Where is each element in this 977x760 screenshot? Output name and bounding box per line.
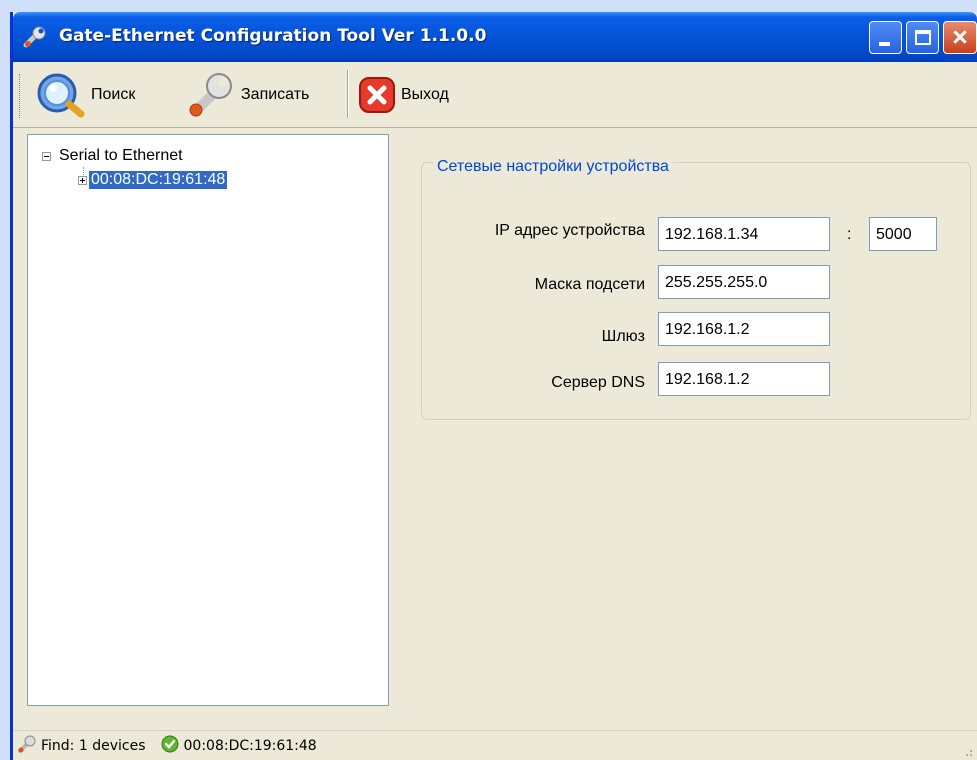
port-separator: : bbox=[847, 226, 852, 243]
dns-server-label: Сервер DNS bbox=[551, 374, 645, 391]
toolbar-grip[interactable] bbox=[19, 74, 22, 118]
device-tree[interactable]: Serial to Ethernet 00:08:DC:19:61:48 bbox=[27, 134, 389, 706]
maximize-button[interactable] bbox=[906, 21, 939, 54]
write-button-label: Записать bbox=[241, 86, 310, 103]
network-settings-title: Сетевые настройки устройства bbox=[433, 158, 673, 176]
status-bar: Find: 1 devices 00:08:DC:19:61:48 bbox=[13, 730, 977, 760]
search-button-label: Поиск bbox=[91, 86, 136, 103]
minimize-icon bbox=[879, 42, 890, 46]
status-device-text: 00:08:DC:19:61:48 bbox=[183, 737, 317, 754]
exit-icon bbox=[357, 75, 397, 115]
search-button[interactable]: Поиск bbox=[35, 72, 135, 118]
subnet-mask-label: Маска подсети bbox=[534, 276, 645, 293]
wrench-icon bbox=[185, 72, 237, 118]
title-bar[interactable]: Gate-Ethernet Configuration Tool Ver 1.1… bbox=[13, 12, 977, 62]
gateway-label: Шлюз bbox=[601, 328, 645, 345]
subnet-mask-field[interactable]: 255.255.255.0 bbox=[658, 265, 830, 299]
close-button[interactable]: × bbox=[943, 21, 977, 54]
status-find: Find: 1 devices bbox=[17, 734, 146, 758]
collapse-icon[interactable] bbox=[42, 151, 51, 161]
port-field[interactable]: 5000 bbox=[869, 217, 937, 251]
tree-root-label: Serial to Ethernet bbox=[59, 147, 183, 164]
status-device: 00:08:DC:19:61:48 bbox=[160, 734, 317, 758]
resize-grip[interactable] bbox=[961, 745, 973, 757]
check-icon bbox=[160, 734, 180, 758]
tree-device-node[interactable]: 00:08:DC:19:61:48 bbox=[78, 171, 228, 189]
toolbar-separator bbox=[347, 70, 349, 118]
magnifier-icon bbox=[35, 72, 87, 118]
status-find-text: Find: 1 devices bbox=[41, 737, 146, 754]
ip-address-label: IP адрес устройства bbox=[494, 222, 645, 239]
close-icon: × bbox=[952, 22, 968, 52]
toolbar: Поиск Записать Выход bbox=[13, 62, 977, 128]
tree-device-label: 00:08:DC:19:61:48 bbox=[89, 171, 228, 189]
maximize-icon bbox=[915, 30, 931, 45]
wrench-icon bbox=[17, 734, 37, 758]
window-title: Gate-Ethernet Configuration Tool Ver 1.1… bbox=[59, 26, 487, 46]
ip-address-field[interactable]: 192.168.1.34 bbox=[658, 217, 830, 251]
dns-server-field[interactable]: 192.168.1.2 bbox=[658, 362, 830, 396]
app-window: Gate-Ethernet Configuration Tool Ver 1.1… bbox=[10, 12, 977, 760]
exit-button[interactable]: Выход bbox=[357, 72, 449, 118]
wrench-icon bbox=[23, 25, 49, 49]
write-button[interactable]: Записать bbox=[185, 72, 309, 118]
gateway-field[interactable]: 192.168.1.2 bbox=[658, 312, 830, 346]
tree-root-node[interactable]: Serial to Ethernet bbox=[42, 147, 183, 165]
exit-button-label: Выход bbox=[401, 86, 449, 103]
expand-icon[interactable] bbox=[78, 175, 87, 185]
minimize-button[interactable] bbox=[869, 21, 902, 54]
